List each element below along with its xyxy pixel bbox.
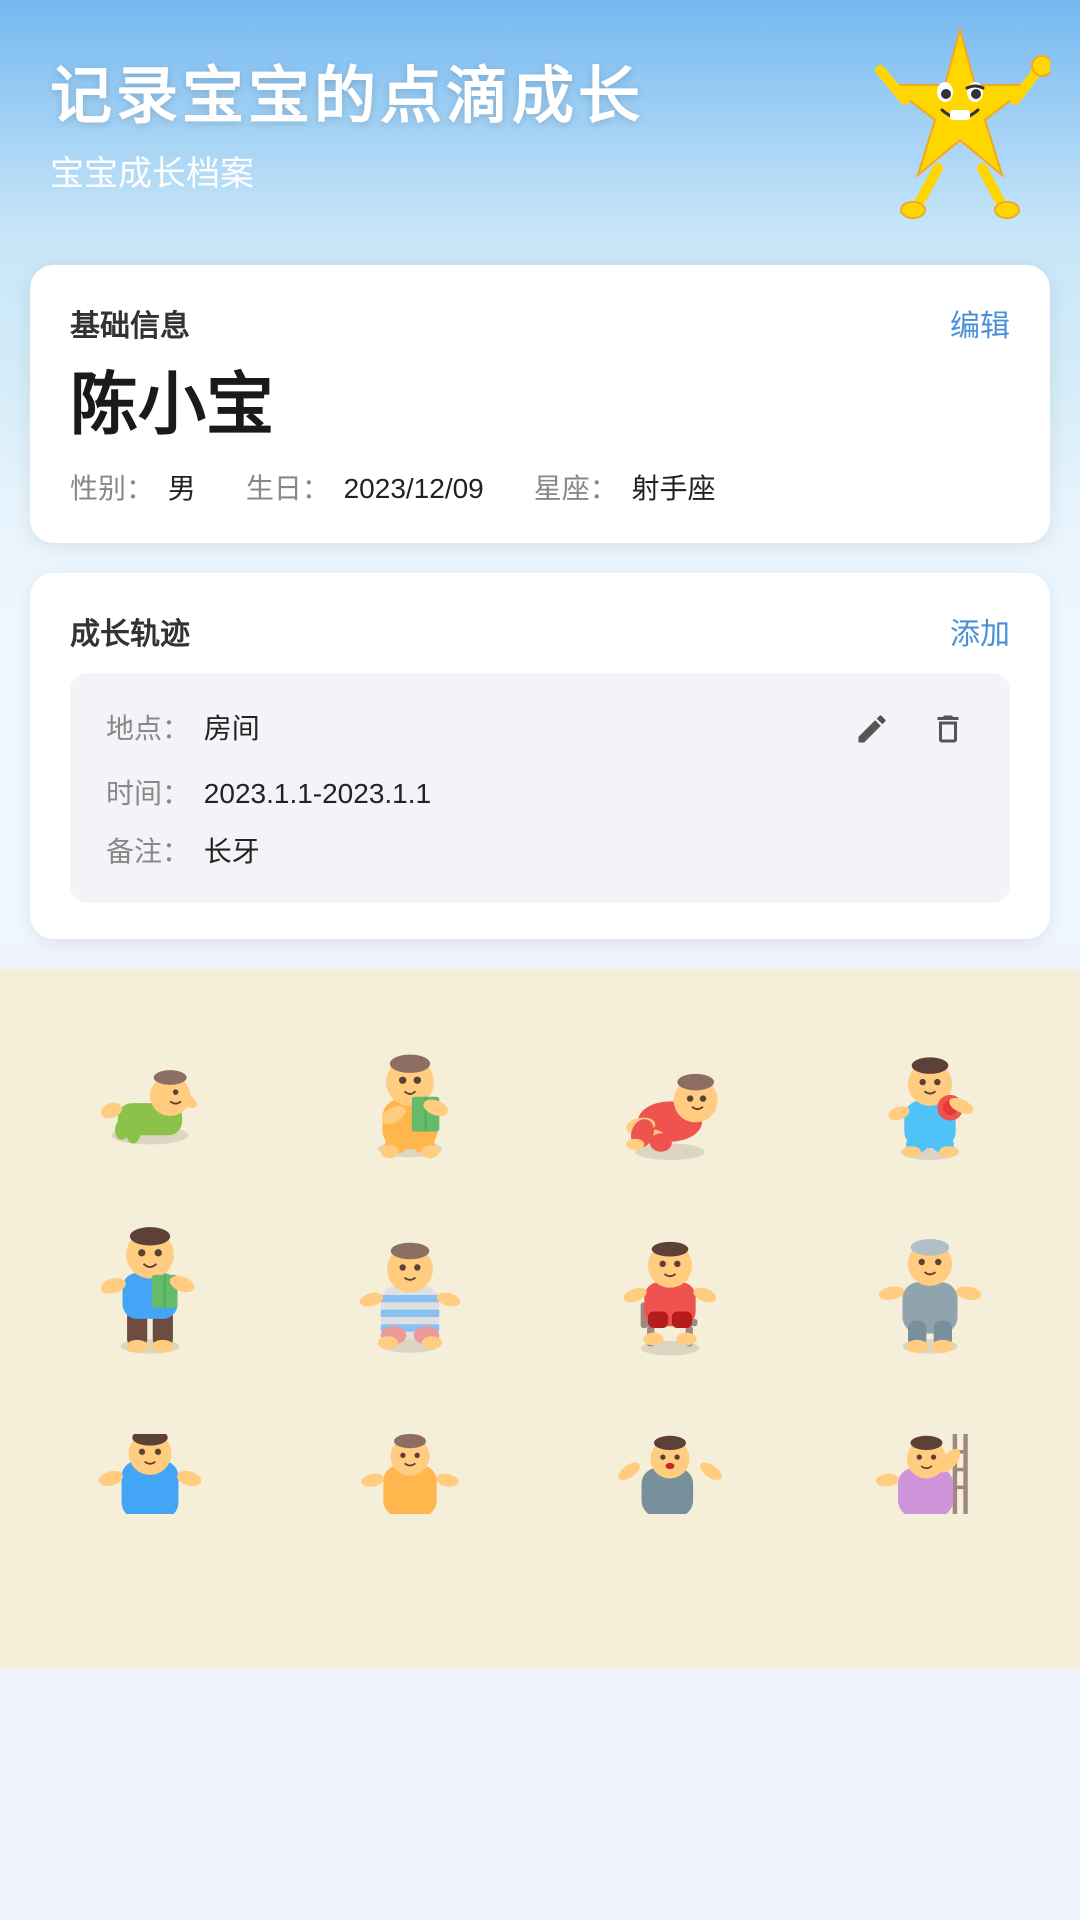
cards-container: 基础信息 编辑 陈小宝 性别： 男 生日： 2023/12/09 星座： 射手座… [0,235,1080,939]
baby-name: 陈小宝 [70,365,1010,447]
location-label: 地点： [106,713,190,744]
birthday-field: 生日： 2023/12/09 [246,467,484,507]
time-row: 时间： 2023.1.1-2023.1.1 [106,773,974,815]
baby-figure-8 [810,1199,1050,1369]
entry-edit-button[interactable] [846,703,898,755]
note-value: 长牙 [204,836,260,867]
location-row: 地点： 房间 [106,708,260,750]
edit-button[interactable]: 编辑 [950,301,1010,345]
entry-delete-button[interactable] [922,703,974,755]
baby-figure-3 [550,1009,790,1179]
time-value: 2023.1.1-2023.1.1 [204,778,431,809]
time-label: 时间： [106,778,190,809]
birthday-label: 生日： [246,473,330,504]
gender-value: 男 [168,473,196,504]
star-mascot [870,20,1050,220]
baby-figure-12 [810,1389,1050,1559]
growth-entry: 地点： 房间 时间： [70,673,1010,903]
entry-header: 地点： 房间 [106,703,974,755]
app-header: 记录宝宝的点滴成长 宝宝成长档案 [0,0,1080,235]
growth-track-header: 成长轨迹 添加 [70,609,1010,653]
basic-info-card: 基础信息 编辑 陈小宝 性别： 男 生日： 2023/12/09 星座： 射手座 [30,265,1050,543]
baby-figure-4 [810,1009,1050,1179]
add-button[interactable]: 添加 [950,609,1010,653]
baby-figure-11 [550,1389,790,1559]
zodiac-label: 星座： [534,473,618,504]
note-label: 备注： [106,836,190,867]
baby-grid [20,999,1060,1569]
gender-label: 性别： [70,473,154,504]
baby-info-row: 性别： 男 生日： 2023/12/09 星座： 射手座 [70,467,1010,507]
gender-field: 性别： 男 [70,467,196,507]
baby-figure-2 [290,1009,530,1179]
baby-figure-5 [30,1199,270,1369]
basic-info-header: 基础信息 编辑 [70,301,1010,345]
baby-figure-10 [290,1389,530,1559]
birthday-value: 2023/12/09 [344,473,484,504]
entry-actions [846,703,974,755]
baby-figure-9 [30,1389,270,1559]
baby-figure-1 [30,1009,270,1179]
basic-info-title: 基础信息 [70,301,190,345]
growth-track-card: 成长轨迹 添加 地点： 房间 [30,573,1050,939]
illustration-area [0,969,1080,1669]
baby-figure-6 [290,1199,530,1369]
zodiac-value: 射手座 [632,473,716,504]
location-value: 房间 [204,713,260,744]
zodiac-field: 星座： 射手座 [534,467,716,507]
note-row: 备注： 长牙 [106,831,974,873]
growth-track-title: 成长轨迹 [70,609,190,653]
baby-figure-7 [550,1199,790,1369]
